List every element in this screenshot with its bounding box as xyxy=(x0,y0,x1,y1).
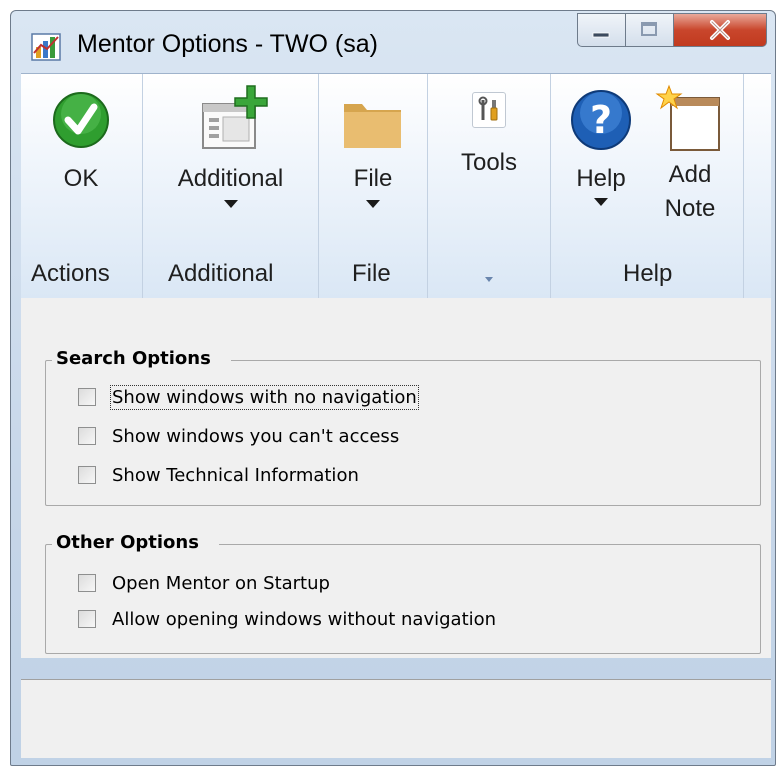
option-label: Show windows with no navigation xyxy=(110,384,419,410)
status-bar xyxy=(21,679,771,758)
option-show-technical-info[interactable]: Show Technical Information xyxy=(78,463,359,487)
option-allow-opening-without-navigation[interactable]: Allow opening windows without navigation xyxy=(78,607,496,631)
group-label-help: Help xyxy=(623,260,673,287)
title-bar[interactable]: Mentor Options - TWO (sa) xyxy=(11,11,775,73)
help-label: Help xyxy=(576,165,626,192)
ribbon-group-additional: Additional Additional xyxy=(143,74,319,298)
checkbox[interactable] xyxy=(78,574,96,592)
ribbon: OK Actions Additional Additional File Fi… xyxy=(21,73,771,299)
maximize-button[interactable] xyxy=(625,13,673,47)
ok-check-icon xyxy=(53,92,109,148)
minimize-icon xyxy=(592,32,610,38)
tools-group-dropdown-icon[interactable] xyxy=(485,277,493,282)
ribbon-group-tools: Tools xyxy=(428,74,551,298)
ok-button[interactable]: OK xyxy=(29,84,133,196)
help-button[interactable]: ? Help xyxy=(559,84,643,206)
app-chart-icon xyxy=(31,33,61,61)
add-note-label-line1: Add xyxy=(668,161,712,188)
help-question-icon: ? xyxy=(571,90,631,150)
add-note-icon xyxy=(655,84,720,151)
option-show-cant-access[interactable]: Show windows you can't access xyxy=(78,424,399,448)
other-options-legend: Other Options xyxy=(52,532,219,553)
search-options-legend: Search Options xyxy=(52,348,231,369)
tools-label: Tools xyxy=(460,149,518,176)
ribbon-group-help: ? Help Add Note Help xyxy=(551,74,744,298)
checkbox[interactable] xyxy=(78,610,96,628)
group-label-additional: Additional xyxy=(168,260,274,287)
checkbox[interactable] xyxy=(78,466,96,484)
minimize-button[interactable] xyxy=(577,13,625,47)
checkbox[interactable] xyxy=(78,388,96,406)
options-panel: Search Options Show windows with no navi… xyxy=(21,298,771,658)
search-options-group: Search Options Show windows with no navi… xyxy=(45,348,761,506)
mentor-options-window: Mentor Options - TWO (sa) OK Actions Add… xyxy=(10,10,776,766)
file-label: File xyxy=(353,165,393,192)
tools-icon-frame xyxy=(472,92,506,128)
file-button[interactable]: File xyxy=(329,84,417,208)
caption-buttons xyxy=(577,13,767,49)
add-note-label-line2: Note xyxy=(664,195,716,222)
option-show-no-navigation[interactable]: Show windows with no navigation xyxy=(78,384,419,410)
additional-button[interactable]: Additional xyxy=(153,84,308,208)
option-open-on-startup[interactable]: Open Mentor on Startup xyxy=(78,571,330,595)
ribbon-group-actions: OK Actions xyxy=(21,74,143,298)
file-dropdown-icon xyxy=(366,200,380,208)
option-label: Show windows you can't access xyxy=(112,425,400,447)
other-options-group: Other Options Open Mentor on Startup All… xyxy=(45,532,761,654)
additional-label: Additional xyxy=(177,165,284,192)
add-note-button[interactable]: Add Note xyxy=(645,84,735,226)
close-button[interactable] xyxy=(673,13,767,47)
option-label: Allow opening windows without navigation xyxy=(112,608,497,630)
additional-dropdown-icon xyxy=(223,200,238,208)
group-label-actions: Actions xyxy=(31,260,110,287)
option-label: Show Technical Information xyxy=(112,464,359,486)
checkbox[interactable] xyxy=(78,427,96,445)
window-title: Mentor Options - TWO (sa) xyxy=(77,30,378,58)
folder-icon xyxy=(344,104,401,148)
ribbon-group-file: File File xyxy=(319,74,428,298)
help-dropdown-icon xyxy=(594,198,608,206)
maximize-icon xyxy=(641,22,657,36)
group-label-file: File xyxy=(352,260,391,287)
close-icon xyxy=(710,20,730,40)
option-label: Open Mentor on Startup xyxy=(112,572,330,594)
ok-label: OK xyxy=(63,165,99,192)
tools-icon xyxy=(478,96,498,121)
additional-window-add-icon xyxy=(201,85,268,149)
tools-button[interactable]: Tools xyxy=(438,84,540,180)
svg-text:?: ? xyxy=(590,98,612,142)
